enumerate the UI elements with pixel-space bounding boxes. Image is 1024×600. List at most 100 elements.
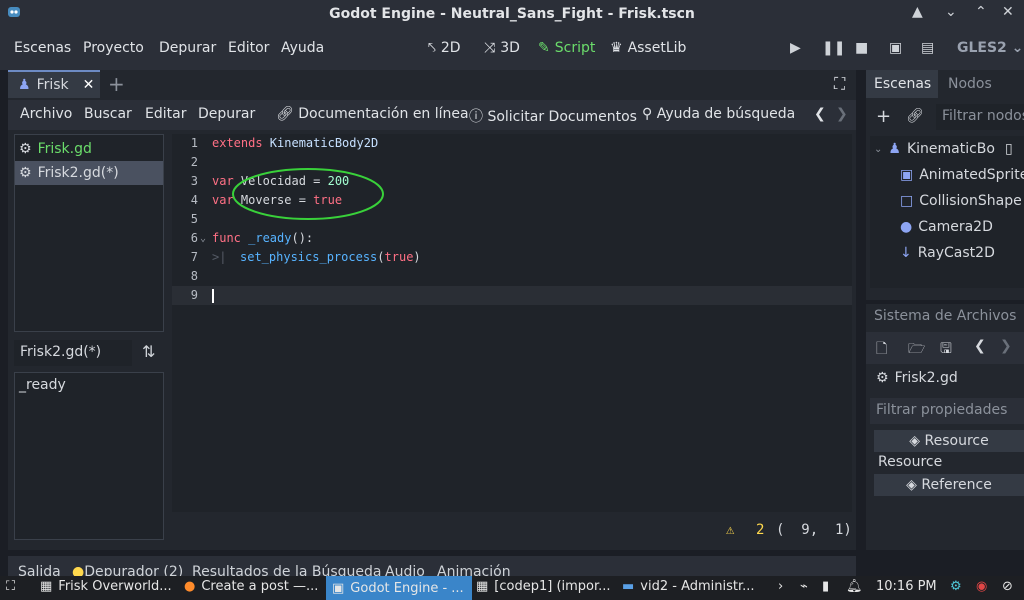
battery-icon[interactable]: ▮ [822, 579, 829, 594]
filesystem-dock: Sistema de Archivos 🗋︎ 🗁︎ 🖫︎ ❮ ❯ ⚙ Frisk… [866, 304, 1024, 550]
prev-script-icon[interactable]: ❮ [814, 106, 826, 122]
workspace-3d-button[interactable]: ⤨ 3D [484, 40, 520, 56]
taskbar-item-firefox[interactable]: ● Create a post —... [184, 579, 318, 594]
clock[interactable]: 10:16 PM [876, 579, 937, 594]
dock-tab-nodos[interactable]: Nodos [948, 76, 992, 92]
bottom-tab-audio[interactable]: Audio [385, 564, 425, 576]
taskbar-item-frisk[interactable]: ▦ Frisk Overworld... [40, 579, 172, 594]
maximize-icon[interactable]: ⌃ [975, 4, 987, 20]
bottom-tab-resultados[interactable]: Resultados de la Búsqueda [192, 564, 382, 576]
minimize-icon[interactable]: ⌄ [945, 4, 957, 20]
camera-icon: ● [900, 219, 913, 235]
script-menu-buscar[interactable]: Buscar [84, 106, 132, 122]
script-list-item[interactable]: ⚙ Frisk.gd [15, 137, 163, 161]
record-icon[interactable]: ◉ [976, 579, 987, 594]
shade-icon[interactable]: ▲ [912, 4, 923, 20]
code-editor[interactable]: 1 extends KinematicBody2D 2 3 var Veloci… [172, 134, 852, 512]
play-icon[interactable]: ▶ [790, 40, 801, 56]
resource-button[interactable]: ◈ Resource [874, 430, 1024, 452]
bottom-tab-depurador[interactable]: ●Depurador (2) [72, 564, 183, 576]
scene-tab-frisk[interactable]: ♟ Frisk ✕ [8, 70, 100, 98]
play-scene-icon[interactable]: ▣ [889, 40, 902, 56]
text-cursor [212, 289, 214, 303]
link-icon[interactable]: 🔗︎ [906, 108, 924, 124]
cursor-position: ( 9, 1) [776, 522, 852, 538]
node-filter-input[interactable]: Filtrar nodos [936, 104, 1024, 130]
workspace-script-button[interactable]: ✎ Script [538, 40, 595, 56]
filesystem-title[interactable]: Sistema de Archivos [874, 308, 1016, 324]
tree-node-raycast2d[interactable]: ↓ RayCast2D [900, 240, 995, 266]
save-icon[interactable]: 🖫︎ [940, 338, 952, 362]
kinematic-body-icon: ♟ [888, 141, 901, 157]
usb-icon[interactable]: ⌁ [800, 579, 808, 594]
power-icon[interactable]: ⊘ [1002, 579, 1013, 594]
taskbar-item-vid2[interactable]: ▬ vid2 - Administr... [622, 579, 755, 594]
bottom-tab-salida[interactable]: Salida [18, 564, 61, 576]
editor-statusbar: ⚠ 2 ( 9, 1) [172, 518, 852, 542]
pause-icon[interactable]: ❚❚ [822, 40, 845, 56]
member-item[interactable]: _ready [19, 377, 159, 393]
dock-tab-escenas[interactable]: Escenas [874, 76, 931, 92]
search-help-button[interactable]: ⚲ Ayuda de búsqueda [642, 106, 795, 122]
tree-node-animatedsprite[interactable]: ▣ AnimatedSprite [900, 162, 1024, 188]
tree-node-camera2d[interactable]: ● Camera2D [900, 214, 993, 240]
play-custom-scene-icon[interactable]: ▤ [921, 40, 934, 56]
firefox-icon: ● [184, 579, 196, 594]
code-line: 6 ⌄ func _ready(): [172, 229, 852, 248]
distraction-free-icon[interactable]: ⛶ [834, 74, 845, 94]
warning-icon[interactable]: ⚠ [726, 522, 734, 538]
property-filter-input[interactable]: Filtrar propiedades [870, 398, 1024, 424]
online-docs-button[interactable]: 🔗︎ Documentación en línea [276, 106, 469, 122]
collapse-arrow-icon[interactable]: ⌄ [874, 144, 882, 155]
next-script-icon[interactable]: ❯ [836, 106, 848, 122]
scene-tree: ⌄ ♟ KinematicBo ▯ ▣ AnimatedSprite □ Col… [870, 136, 1024, 288]
menu-depurar[interactable]: Depurar [159, 40, 216, 56]
menu-editor[interactable]: Editor [228, 40, 269, 56]
taskbar-item-codep1[interactable]: ▦ [codep1] (impor... [476, 579, 611, 594]
menu-ayuda[interactable]: Ayuda [281, 40, 324, 56]
renderer-select[interactable]: GLES2 ⌄ [957, 40, 1023, 56]
current-file-row[interactable]: ⚙ Frisk2.gd [876, 370, 958, 386]
link-icon: 🔗︎ [276, 106, 294, 122]
open-folder-icon[interactable]: 🗁︎ [908, 338, 925, 362]
workspace-2d-button[interactable]: ⤣ 2D [428, 40, 461, 56]
menu-escenas[interactable]: Escenas [14, 40, 71, 56]
workspace-assetlib-button[interactable]: ♛ AssetLib [610, 40, 686, 56]
code-line: 7 >| set_physics_process(true) [172, 248, 852, 267]
move-3d-icon: ⤨ [484, 40, 496, 56]
menu-icon[interactable]: ⛶ [6, 579, 15, 594]
taskbar-item-godot[interactable]: ▣ Godot Engine - ... [326, 576, 472, 600]
gear-icon: ⚙ [19, 165, 32, 181]
stop-icon[interactable]: ■ [855, 40, 868, 56]
script-list-item[interactable]: ⚙ Frisk2.gd(*) [15, 161, 163, 185]
request-docs-button[interactable]: ⓘ Solicitar Documentos [469, 106, 637, 126]
menu-proyecto[interactable]: Proyecto [83, 40, 144, 56]
bottom-tab-animacion[interactable]: Animación [437, 564, 511, 576]
gear-icon: ⚙ [876, 370, 889, 386]
forward-icon[interactable]: ❯ [1000, 338, 1012, 354]
sort-icon[interactable]: ⇅ [142, 342, 155, 361]
cube-icon: ◈ [906, 477, 917, 493]
window-title: Godot Engine - Neutral_Sans_Fight - Fris… [329, 6, 695, 22]
script-filter-input[interactable]: Frisk2.gd(*) [14, 340, 132, 366]
tray-app-icon[interactable]: ⚙ [950, 579, 962, 594]
close-tab-icon[interactable]: ✕ [83, 77, 95, 93]
script-menu-editar[interactable]: Editar [145, 106, 186, 122]
script-menu-archivo[interactable]: Archivo [20, 106, 72, 122]
new-file-icon[interactable]: 🗋︎ [876, 338, 887, 362]
window-titlebar: Godot Engine - Neutral_Sans_Fight - Fris… [0, 0, 1024, 28]
notification-icon[interactable]: 🔔︎ [846, 579, 863, 594]
close-window-icon[interactable]: ✕ [1002, 4, 1014, 20]
tree-node-root[interactable]: ⌄ ♟ KinematicBo ▯ [874, 136, 1013, 162]
taskbar-expand-icon[interactable]: › [778, 579, 783, 594]
tree-node-collisionshape[interactable]: □ CollisionShape [900, 188, 1022, 214]
script-menu-depurar[interactable]: Depurar [198, 106, 255, 122]
fold-arrow-icon[interactable]: ⌄ [200, 229, 206, 248]
warning-count: 2 [756, 522, 765, 538]
reference-button[interactable]: ◈ Reference [874, 474, 1024, 496]
script-attached-icon[interactable]: ▯ [1005, 141, 1013, 157]
add-node-icon[interactable]: + [876, 106, 891, 127]
godot-icon: ▣ [332, 580, 345, 596]
back-icon[interactable]: ❮ [974, 338, 986, 354]
add-tab-icon[interactable]: + [108, 72, 125, 96]
